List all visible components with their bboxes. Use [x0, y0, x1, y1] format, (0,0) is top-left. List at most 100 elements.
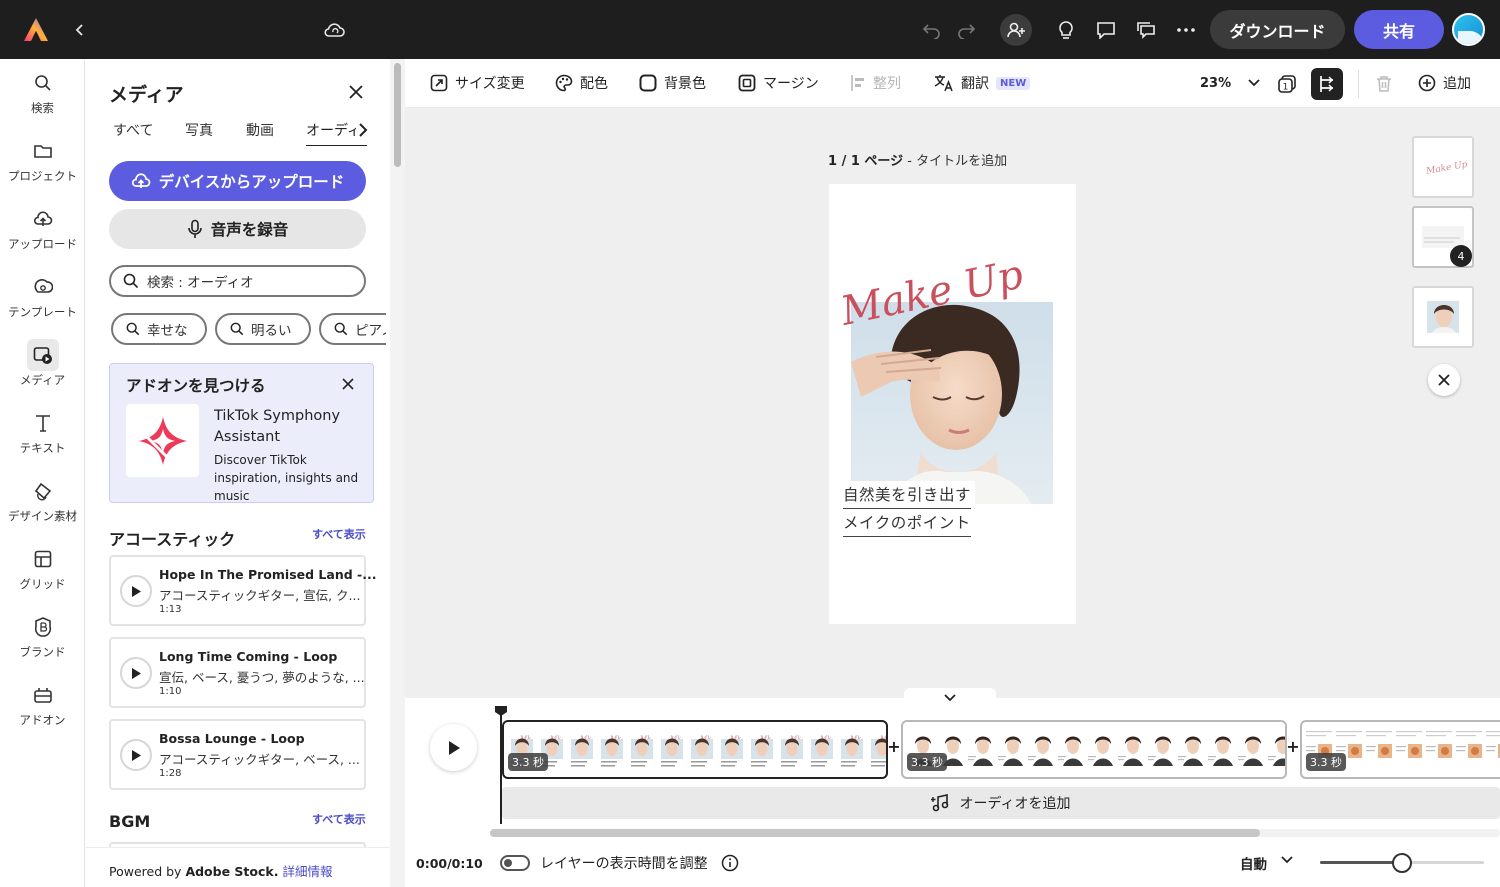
shapes-icon	[27, 475, 59, 507]
play-button[interactable]	[430, 724, 477, 771]
collapse-timeline-button[interactable]	[904, 688, 996, 708]
pages-icon[interactable]: 1	[1271, 68, 1303, 100]
cloud-sync-icon[interactable]	[319, 14, 351, 46]
add-page-plus-icon[interactable]: +	[887, 739, 901, 755]
chip-piano[interactable]: ピアノ	[319, 313, 386, 345]
page-thumbnail[interactable]: Make Up	[1412, 136, 1474, 198]
resize-button[interactable]: サイズ変更	[430, 71, 525, 95]
page-thumbnail[interactable]	[1412, 286, 1474, 348]
nav-item-media[interactable]: メディア	[0, 339, 85, 399]
playhead-handle[interactable]	[495, 706, 507, 716]
addon-promo-card: アドオンを見つける TikTok Symphony Assistant Disc…	[109, 363, 374, 503]
page-thumbnail[interactable]: 4	[1412, 206, 1474, 268]
learn-more-link[interactable]: 詳細情報	[278, 864, 332, 879]
comment-icon[interactable]	[1090, 14, 1122, 46]
nav-item-design-elements[interactable]: デザイン素材	[0, 475, 85, 535]
nav-label: アップロード	[8, 237, 77, 251]
audio-track-item[interactable]: Long Time Coming - Loop 宣伝, ベース, 憂うつ, 夢の…	[109, 637, 366, 708]
search-icon	[126, 322, 140, 336]
lightbulb-icon[interactable]	[1050, 14, 1082, 46]
nav-item-templates[interactable]: テンプレート	[0, 271, 85, 331]
align-label: 整列	[873, 76, 901, 92]
artboard[interactable]: Make Up 自然美を引き出す メイクのポイント	[829, 184, 1076, 624]
clip-frames: MkMkMkMkMkMkMkMkMkMkMkMkMk	[506, 726, 886, 773]
nav-item-grid[interactable]: グリッド	[0, 543, 85, 603]
clip-frame-thumbnail	[1175, 726, 1205, 773]
adobe-express-logo-icon[interactable]	[22, 16, 50, 44]
color-scheme-button[interactable]: 配色	[555, 71, 608, 95]
zoom-value: 23%	[1200, 75, 1232, 91]
track-duration: 1:13	[159, 604, 182, 615]
caption-block[interactable]: 自然美を引き出す メイクのポイント	[841, 481, 976, 537]
model-photo[interactable]	[851, 302, 1053, 504]
section-title-bgm: BGM	[109, 812, 151, 831]
scrollbar-thumb[interactable]	[490, 829, 1260, 837]
margin-button[interactable]: マージン	[738, 71, 819, 95]
track-tags: 宣伝, ベース, 憂うつ, 夢のような, ...	[159, 670, 365, 685]
nav-label: テキスト	[19, 441, 66, 455]
align-button[interactable]: 整列	[850, 71, 901, 95]
timeline-clip[interactable]: 3.3 秒	[901, 720, 1287, 779]
add-page-plus-icon[interactable]: +	[1286, 739, 1300, 755]
close-icon[interactable]	[1428, 364, 1460, 396]
close-icon[interactable]	[340, 376, 356, 392]
avatar[interactable]	[1452, 13, 1485, 46]
undo-icon[interactable]	[916, 14, 948, 46]
back-chevron-icon[interactable]	[64, 14, 96, 46]
info-icon[interactable]	[721, 854, 739, 872]
see-all-link[interactable]: すべて表示	[312, 811, 366, 827]
download-button[interactable]: ダウンロード	[1210, 10, 1345, 49]
search-icon	[230, 322, 244, 336]
more-icon[interactable]	[1170, 14, 1202, 46]
layer-timing-toggle[interactable]	[500, 855, 530, 871]
play-icon[interactable]	[120, 739, 152, 771]
caption-line-2: メイクのポイント	[843, 511, 971, 537]
speed-dropdown[interactable]: 自動	[1240, 853, 1267, 873]
play-icon[interactable]	[120, 575, 152, 607]
timeline-toggle-icon[interactable]	[1311, 68, 1343, 100]
invite-user-icon[interactable]	[1000, 14, 1032, 46]
panel-scrollbar[interactable]	[390, 59, 405, 887]
audio-track-item[interactable]: Bossa Lounge - Loop アコースティックギター, ベース, ..…	[109, 719, 366, 790]
addon-name[interactable]: TikTok Symphony Assistant	[214, 406, 374, 448]
clip-frame-thumbnail	[1265, 726, 1285, 773]
nav-item-brand[interactable]: ブランド	[0, 611, 85, 671]
audio-track-item[interactable]: Hope In The Promised Land -... アコースティックギ…	[109, 555, 376, 626]
timeline-scrollbar[interactable]	[490, 829, 1500, 837]
add-audio-button[interactable]: オーディオを追加	[502, 787, 1500, 819]
chip-bright[interactable]: 明るい	[215, 313, 311, 345]
add-title-link[interactable]: - タイトルを追加	[903, 154, 1007, 169]
timeline-clip[interactable]: MkMkMkMkMkMkMkMkMkMkMkMkMk 3.3 秒	[502, 720, 888, 779]
track-tags: アコースティックギター, 宣伝, ク...	[159, 588, 361, 603]
clip-frame-thumbnail: Mk	[566, 726, 596, 773]
share-button[interactable]: 共有	[1354, 10, 1444, 49]
chip-happy[interactable]: 幸せな	[111, 313, 207, 345]
translate-button[interactable]: 翻訳 NEW	[934, 71, 1031, 95]
see-all-link[interactable]: すべて表示	[312, 526, 366, 542]
clip-frame-thumbnail: Mk	[746, 726, 776, 773]
nav-item-upload[interactable]: アップロード	[0, 203, 85, 263]
nav-item-addons[interactable]: アドオン	[0, 679, 85, 739]
timeline-zoom-slider[interactable]	[1320, 853, 1484, 873]
powered-prefix: Powered by	[109, 864, 186, 879]
background-color-button[interactable]: 背景色	[639, 71, 706, 95]
nav-item-projects[interactable]: プロジェクト	[0, 135, 85, 195]
zoom-dropdown[interactable]: 23%	[1200, 71, 1260, 95]
play-icon[interactable]	[120, 657, 152, 689]
trash-icon[interactable]	[1368, 68, 1400, 100]
share-comment-icon[interactable]	[1130, 14, 1162, 46]
clip-frame-thumbnail	[1424, 726, 1454, 773]
zoom-slider-handle[interactable]	[1392, 853, 1412, 873]
translate-label: 翻訳	[961, 76, 989, 92]
timeline-clip[interactable]: 3.3 秒	[1300, 720, 1500, 779]
chevron-down-icon[interactable]	[1281, 856, 1295, 870]
caption-line-1: 自然美を引き出す	[843, 483, 972, 509]
redo-icon[interactable]	[950, 14, 982, 46]
tiktok-symphony-logo-icon[interactable]	[126, 404, 199, 477]
make-up-script-heading[interactable]: Make Up	[833, 246, 1033, 326]
margin-label: マージン	[763, 76, 819, 92]
add-button[interactable]: 追加	[1418, 71, 1471, 95]
scrollbar-thumb[interactable]	[394, 63, 401, 167]
nav-item-search[interactable]: 検索	[0, 67, 85, 127]
nav-item-text[interactable]: テキスト	[0, 407, 85, 467]
